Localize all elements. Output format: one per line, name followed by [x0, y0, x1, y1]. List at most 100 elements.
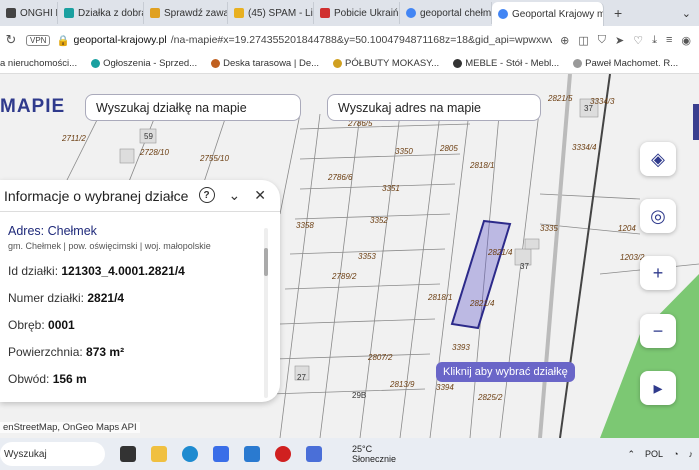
chevron-down-icon[interactable]: ⌄	[682, 7, 691, 20]
help-icon[interactable]: ?	[198, 187, 215, 203]
bookmark-item[interactable]: Deska tarasowa | De...	[211, 58, 319, 69]
parcel-info-panel: Informacje o wybranej działce ? ⌄ ✕ Adre…	[0, 180, 280, 402]
speaker-icon[interactable]: ♪	[689, 449, 694, 459]
parcel-label: 2813/9	[389, 380, 415, 389]
os-taskbar: Wyszukaj 25°C Słonecznie ⌃ POL ◔ ♪	[0, 438, 699, 470]
wifi-icon[interactable]: ◔	[673, 449, 678, 459]
building-number: 59	[144, 132, 153, 141]
store-icon[interactable]	[213, 446, 229, 462]
panel-title: Informacje o wybranej działce	[4, 187, 189, 204]
browser-tab[interactable]: Działka z dobrą loka	[58, 2, 144, 24]
scrollbar-thumb[interactable]	[264, 248, 268, 276]
parcel-address: Adres: Chełmek	[8, 224, 97, 238]
system-tray: ⌃ POL ◔ ♪	[628, 449, 699, 460]
panel-header: Informacje o wybranej działce ? ⌄ ✕	[0, 180, 280, 212]
vpn-badge[interactable]: VPN	[26, 34, 51, 46]
browser-toolbar: ↻ VPN 🔒 geoportal-krajowy.pl/na-mapie#x=…	[0, 26, 699, 54]
url-path: /na-mapie#x=19.274355201844788&y=50.1004…	[170, 34, 553, 46]
parcel-id-row: Id działki: 121303_4.0001.2821/4	[8, 264, 185, 278]
lock-icon: 🔒	[56, 34, 70, 47]
parcel-admin-units: gm. Chełmek | pow. oświęcimski | woj. ma…	[8, 241, 211, 251]
browser-tab-active[interactable]: Geoportal Krajowy ma✕	[492, 2, 604, 26]
parcel-perimeter-row: Obwód: 156 m	[8, 372, 87, 386]
profile-icon[interactable]: ◉	[681, 34, 691, 47]
locate-button[interactable]: ◎	[640, 199, 676, 233]
chevron-up-icon[interactable]: ⌃	[628, 449, 636, 460]
parcel-area-row: Powierzchnia: 873 m²	[8, 345, 125, 359]
parcel-label: 2821/4	[469, 299, 495, 308]
close-icon[interactable]: ✕	[254, 187, 266, 204]
parcel-label: 2711/2	[61, 134, 86, 143]
bookmark-item[interactable]: Paweł Machomet. R...	[573, 58, 678, 69]
building-number: 27	[297, 373, 306, 382]
browser-tab[interactable]: Sprawdź zawartość	[144, 2, 228, 24]
new-tab-button[interactable]: +	[604, 5, 632, 21]
zoom-in-button[interactable]: +	[640, 256, 676, 290]
browser-tab[interactable]: Pobicie Ukraińców w	[314, 2, 400, 24]
panel-controls: ? ⌄ ✕	[198, 187, 280, 204]
shield-icon[interactable]: ⛉	[598, 34, 606, 47]
opera-icon[interactable]	[275, 446, 291, 462]
toolbar-icons: ⊕ ◫ ⛉ ➤ ♡ ⤓ ≡ ◉	[552, 34, 699, 47]
panel-body: Adres: Chełmek gm. Chełmek | pow. oświęc…	[0, 212, 280, 386]
panel-scrollbar[interactable]	[264, 228, 268, 398]
side-panel-tab[interactable]	[693, 104, 699, 140]
map-attribution[interactable]: enStreetMap, OnGeo Maps API	[0, 422, 140, 433]
bookmark-item[interactable]: Ogłoszenia - Sprzed...	[91, 58, 197, 69]
expand-button[interactable]: ▸	[640, 371, 676, 405]
parcel-number-row: Numer działki: 2821/4	[8, 291, 125, 305]
reload-icon[interactable]: ↻	[0, 32, 22, 48]
download-icon[interactable]: ⤓	[652, 34, 657, 47]
building-number: 29B	[352, 391, 366, 400]
edge-icon[interactable]	[182, 446, 198, 462]
mail-icon[interactable]	[244, 446, 260, 462]
browser-tab[interactable]: geoportal chełmek	[400, 2, 492, 24]
browser-tab[interactable]: ONGHI ECAM47	[0, 2, 58, 24]
language-indicator[interactable]: POL	[645, 449, 663, 459]
address-bar[interactable]: 🔒 geoportal-krajowy.pl/na-mapie#x=19.274…	[56, 34, 552, 47]
map-canvas[interactable]: 2711/2 2728/10 2755/10 2786/5 2786/6 335…	[0, 74, 699, 438]
tab-favicon-icon	[150, 8, 160, 18]
menu-icon[interactable]: ≡	[666, 34, 672, 47]
parcel-label: 3335	[540, 224, 558, 233]
tab-bar: ONGHI ECAM47 Działka z dobrą loka Sprawd…	[0, 0, 699, 26]
layers-button[interactable]: ◈	[640, 142, 676, 176]
parcel-label: 3350	[395, 147, 413, 156]
browser-tab[interactable]: (45) SPAM - Lista W	[228, 2, 314, 24]
parcel-label: 3393	[452, 343, 470, 352]
chevron-down-icon[interactable]: ⌄	[229, 187, 241, 204]
building-number: 37	[520, 262, 529, 271]
parcel-label: 3353	[358, 252, 376, 261]
parcel-label: 3394	[436, 383, 454, 392]
taskbar-apps	[120, 446, 322, 462]
parcel-label: 2818/1	[469, 161, 494, 170]
play-icon: ▸	[653, 377, 663, 398]
parcel-label: 2807/2	[367, 353, 393, 362]
parcel-label: 2728/10	[139, 148, 169, 157]
app-logo: MAPIE	[0, 96, 66, 117]
bookmark-favicon-icon	[573, 59, 583, 68]
zoom-out-button[interactable]: −	[640, 314, 676, 348]
tab-favicon-icon	[6, 8, 16, 18]
task-view-icon[interactable]	[120, 446, 136, 462]
crosshair-icon: ◎	[650, 205, 666, 226]
layers-icon: ◈	[651, 148, 665, 169]
camera-icon[interactable]: ◫	[578, 34, 588, 47]
heart-icon[interactable]: ♡	[633, 34, 643, 47]
weather-widget[interactable]: 25°C Słonecznie	[352, 444, 396, 464]
parcel-label: 2818/1	[427, 293, 452, 302]
zoom-icon[interactable]: ⊕	[560, 34, 569, 47]
parcel-label: 2786/6	[327, 173, 353, 182]
file-explorer-icon[interactable]	[151, 446, 167, 462]
bookmark-item[interactable]: MEBLE - Stół - Mebl...	[453, 58, 559, 69]
map-tooltip: Kliknij aby wybrać działkę	[436, 362, 575, 382]
bookmark-item[interactable]: PÓŁBUTY MOKASY...	[333, 58, 439, 69]
parcel-label: 3352	[370, 216, 388, 225]
bookmark-favicon-icon	[333, 59, 343, 68]
teams-icon[interactable]	[306, 446, 322, 462]
search-address-input[interactable]: Wyszukaj adres na mapie	[327, 94, 541, 121]
send-icon[interactable]: ➤	[615, 34, 624, 47]
bookmark-item[interactable]: a nieruchomości...	[0, 58, 77, 69]
taskbar-search[interactable]: Wyszukaj	[0, 442, 105, 466]
search-parcel-input[interactable]: Wyszukaj działkę na mapie	[85, 94, 301, 121]
